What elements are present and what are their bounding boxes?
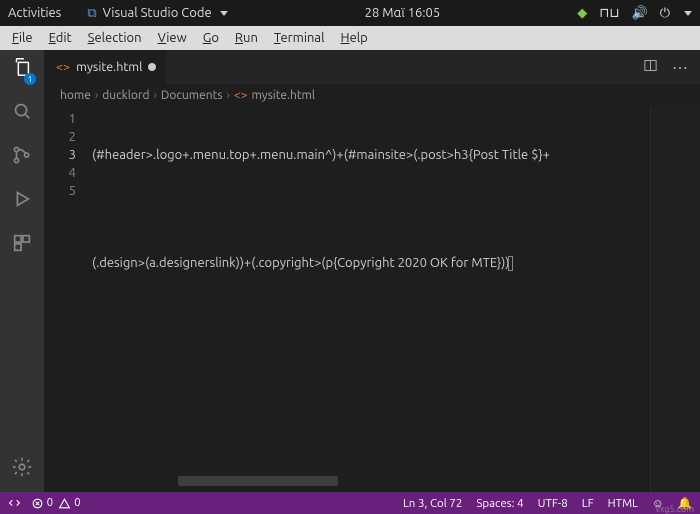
menu-run[interactable]: Run xyxy=(229,29,264,47)
chevron-down-icon xyxy=(220,11,228,16)
status-bar: 0 0 Ln 3, Col 72 Spaces: 4 UTF-8 LF HTML… xyxy=(0,492,700,514)
menu-edit[interactable]: Edit xyxy=(43,29,78,47)
menu-view[interactable]: View xyxy=(152,29,193,47)
horizontal-scrollbar[interactable] xyxy=(178,476,338,486)
extensions-icon[interactable] xyxy=(11,232,33,258)
code-editor[interactable]: 1 2 3 4 5 (#header>.logo+.menu.top+.menu… xyxy=(44,106,700,492)
breadcrumb-segment[interactable]: mysite.html xyxy=(251,89,315,102)
volume-icon[interactable]: 🔊 xyxy=(632,6,648,21)
breadcrumb-segment[interactable]: Documents xyxy=(161,89,223,102)
minimap[interactable] xyxy=(650,106,700,492)
tab-mysite[interactable]: <> mysite.html xyxy=(44,50,166,84)
run-debug-icon[interactable] xyxy=(11,188,33,214)
explorer-badge: 1 xyxy=(24,73,36,85)
status-language[interactable]: HTML xyxy=(608,497,638,510)
status-spaces[interactable]: Spaces: 4 xyxy=(476,497,523,510)
code-line[interactable] xyxy=(92,362,700,380)
tab-bar: <> mysite.html ⋯ xyxy=(44,50,700,84)
watermark: vxg5.com xyxy=(655,504,694,514)
remote-icon[interactable] xyxy=(8,496,21,510)
breadcrumb[interactable]: home› ducklord› Documents› <> mysite.htm… xyxy=(44,84,700,106)
activity-bar: 1 xyxy=(0,50,44,492)
status-eol[interactable]: LF xyxy=(582,497,594,510)
source-control-icon[interactable] xyxy=(11,144,33,170)
menu-go[interactable]: Go xyxy=(197,29,225,47)
code-line[interactable] xyxy=(92,200,700,218)
clock[interactable]: 28 Μαϊ 16:05 xyxy=(228,6,578,20)
explorer-icon[interactable]: 1 xyxy=(11,56,33,82)
breadcrumb-segment[interactable]: ducklord xyxy=(102,89,149,102)
status-encoding[interactable]: UTF-8 xyxy=(538,497,568,510)
html-file-icon: <> xyxy=(56,60,70,74)
text-cursor xyxy=(508,256,513,271)
html-file-icon: <> xyxy=(234,89,248,102)
code-lines[interactable]: (#header>.logo+.menu.top+.menu.main^)+(#… xyxy=(88,106,700,492)
menu-terminal[interactable]: Terminal xyxy=(268,29,331,47)
line-gutter: 1 2 3 4 5 xyxy=(44,106,88,492)
code-line[interactable]: (.design>(a.designerslink))+(.copyright>… xyxy=(92,254,700,272)
app-menubar: FFileile Edit Selection View Go Run Term… xyxy=(0,26,700,50)
search-icon[interactable] xyxy=(11,100,33,126)
vscode-icon: ⧉ xyxy=(87,6,96,21)
settings-gear-icon[interactable] xyxy=(11,456,33,482)
app-title[interactable]: Visual Studio Code xyxy=(103,6,212,20)
power-icon[interactable]: ⏻ xyxy=(660,6,670,21)
code-line[interactable]: (#header>.logo+.menu.top+.menu.main^)+(#… xyxy=(92,146,700,164)
split-editor-icon[interactable] xyxy=(643,58,658,77)
dirty-indicator-icon xyxy=(148,63,156,71)
breadcrumb-segment[interactable]: home xyxy=(60,89,91,102)
code-line[interactable] xyxy=(92,308,700,326)
tab-label: mysite.html xyxy=(76,60,142,74)
status-position[interactable]: Ln 3, Col 72 xyxy=(403,497,462,510)
menu-file[interactable]: FFileile xyxy=(6,29,39,47)
activities-button[interactable]: Activities xyxy=(8,6,61,20)
problems[interactable]: 0 0 xyxy=(31,496,81,510)
shield-icon[interactable]: ◆ xyxy=(577,6,587,21)
gnome-topbar: Activities ⧉ Visual Studio Code 28 Μαϊ 1… xyxy=(0,0,700,26)
network-icon[interactable]: ⊓⊔ xyxy=(599,6,619,21)
menu-help[interactable]: Help xyxy=(335,29,374,47)
more-actions-icon[interactable]: ⋯ xyxy=(672,58,688,77)
chevron-down-icon xyxy=(684,11,692,16)
menu-selection[interactable]: Selection xyxy=(82,29,148,47)
